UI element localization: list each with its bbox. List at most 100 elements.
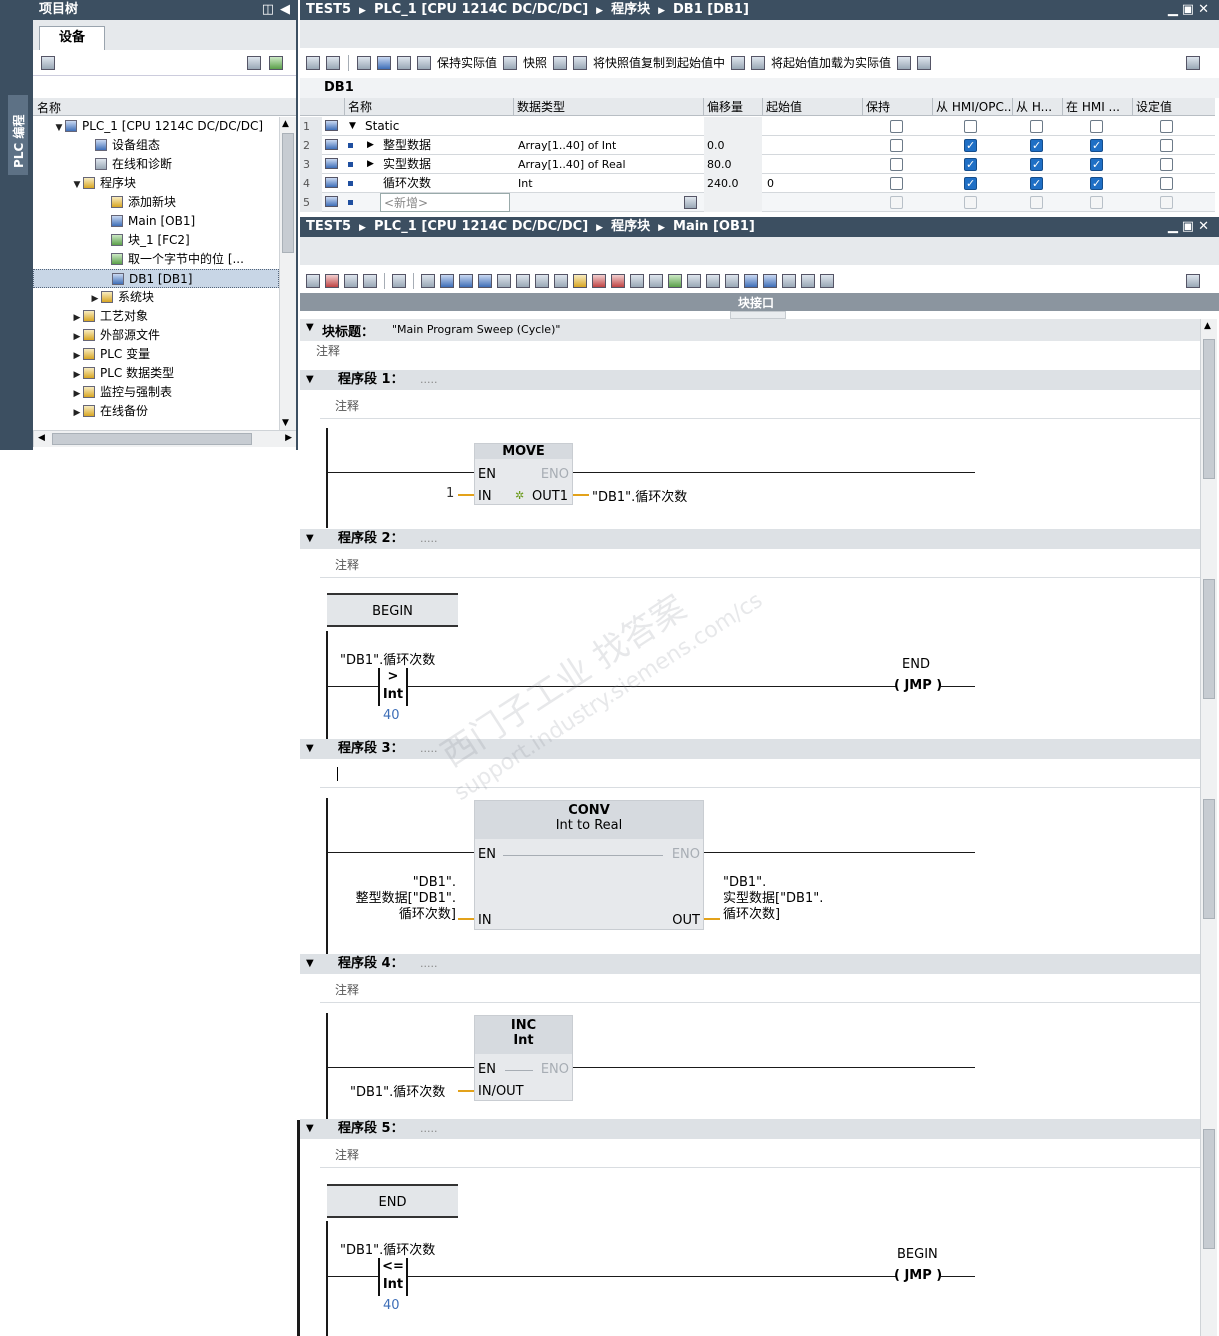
delete-icon[interactable] xyxy=(592,274,606,288)
db-var-start[interactable]: 0 xyxy=(764,174,774,193)
copy-snapshot-button[interactable]: 将快照值复制到起始值中 xyxy=(593,54,725,71)
tree-props-icon[interactable] xyxy=(41,56,55,70)
network-header[interactable]: ▼ 程序段 5：..... xyxy=(300,1119,1200,1139)
checkbox[interactable] xyxy=(890,177,903,190)
network-header[interactable]: ▼ 程序段 3：..... xyxy=(300,739,1200,759)
checkbox-checked[interactable] xyxy=(1030,158,1043,171)
db-row[interactable]: 4 循环次数 Int 240.0 0 xyxy=(300,174,1215,193)
add-row-icon[interactable] xyxy=(363,274,377,288)
breadcrumb-item[interactable]: Main [OB1] xyxy=(673,219,755,234)
expand-icon[interactable] xyxy=(392,274,406,288)
n5-compare-value[interactable]: 40 xyxy=(383,1298,400,1313)
load-start-button[interactable]: 将起始值加载为实际值 xyxy=(771,54,891,71)
n5-label-box[interactable]: END xyxy=(327,1184,458,1218)
network-toggle-icon[interactable]: ▼ xyxy=(306,739,314,759)
tree-hscroll[interactable]: ◀ ▶ xyxy=(33,430,296,447)
network-toggle-icon[interactable]: ▼ xyxy=(306,370,314,390)
db-var-name[interactable]: Static xyxy=(362,117,399,136)
main-vscroll-thumb-3[interactable] xyxy=(1203,799,1215,919)
checkbox-checked[interactable] xyxy=(1030,139,1043,152)
breadcrumb-item[interactable]: PLC_1 [CPU 1214C DC/DC/DC] xyxy=(374,2,588,17)
db-var-name[interactable]: 实型数据 xyxy=(380,155,431,174)
checkbox[interactable] xyxy=(890,196,903,209)
db-column-header[interactable]: 偏移量 xyxy=(703,98,743,116)
type-dropdown-icon[interactable] xyxy=(684,196,697,209)
insert-row-icon[interactable] xyxy=(344,274,358,288)
n3-out-operand[interactable]: "DB1". 实型数据["DB1". 循环次数] xyxy=(723,875,823,923)
db-layout-icon[interactable] xyxy=(1186,56,1200,70)
checkbox-checked[interactable] xyxy=(964,158,977,171)
n2-compare-value[interactable]: 40 xyxy=(383,708,400,723)
network-header[interactable]: ▼ 程序段 1：..... xyxy=(300,370,1200,390)
checkbox[interactable] xyxy=(964,120,977,133)
network-comment[interactable]: 注释 xyxy=(335,556,359,573)
db-column-header[interactable]: 在 HMI ... xyxy=(1062,98,1120,116)
db-var-start[interactable] xyxy=(764,117,767,136)
main-layout-icon[interactable] xyxy=(1186,274,1200,288)
db-column-header[interactable]: 名称 xyxy=(344,98,372,116)
tree-item[interactable]: Main [OB1] xyxy=(33,212,279,231)
network-title-field[interactable]: ..... xyxy=(420,739,437,759)
copy-icon[interactable] xyxy=(731,55,746,70)
network-header[interactable]: ▼ 程序段 2：..... xyxy=(300,529,1200,549)
checkbox[interactable] xyxy=(1030,196,1043,209)
network-title-field[interactable]: ..... xyxy=(420,529,437,549)
db-var-type[interactable] xyxy=(515,117,518,136)
checkbox-checked[interactable] xyxy=(1090,177,1103,190)
n5-compare-operand[interactable]: "DB1".循环次数 xyxy=(340,1239,435,1258)
insert-row-icon[interactable] xyxy=(306,55,320,70)
open-all-icon[interactable] xyxy=(440,274,454,288)
db-column-header[interactable]: 从 HMI/OPC.. xyxy=(932,98,1011,116)
collapsed-arrow-icon[interactable]: ▶ xyxy=(364,136,374,155)
db-var-type[interactable]: Array[1..40] of Int xyxy=(515,136,616,155)
n2-jump-target[interactable]: END xyxy=(902,657,930,672)
tree-item[interactable]: 设备组态 xyxy=(33,136,279,155)
expand-icon[interactable] xyxy=(357,55,371,70)
checkbox-checked[interactable] xyxy=(1090,158,1103,171)
db-column-header[interactable]: 起始值 xyxy=(762,98,802,116)
go-back-icon[interactable] xyxy=(649,274,663,288)
scroll-left-icon[interactable]: ◀ xyxy=(38,433,45,443)
n3-conv-box[interactable]: CONV Int to Real EN ENO IN OUT xyxy=(474,800,704,930)
checkbox[interactable] xyxy=(1160,196,1173,209)
n4-inout-operand[interactable]: "DB1".循环次数 xyxy=(350,1081,445,1100)
snapshot-icon[interactable] xyxy=(553,55,568,70)
insert-network-icon[interactable] xyxy=(306,274,320,288)
main-window-controls[interactable]: ▁▣✕ xyxy=(1168,217,1213,237)
collapsed-arrow-icon[interactable]: ▶ xyxy=(71,404,83,423)
tree-item[interactable]: ▼ PLC_1 [CPU 1214C DC/DC/DC] xyxy=(33,117,279,136)
checkbox-checked[interactable] xyxy=(964,139,977,152)
open-branch-icon[interactable] xyxy=(744,274,758,288)
interface-bar[interactable]: 块接口 xyxy=(300,293,1219,311)
checkbox[interactable] xyxy=(1030,120,1043,133)
db-var-name[interactable]: 整型数据 xyxy=(380,136,431,155)
splitter-handle[interactable] xyxy=(730,311,786,319)
db-var-type[interactable]: Int xyxy=(515,174,533,193)
tree-item[interactable]: DB1 [DB1] xyxy=(33,269,279,288)
n2-compare-contact[interactable]: > Int xyxy=(378,668,408,706)
db-var-name[interactable]: <新增> xyxy=(380,193,510,212)
breadcrumb-item[interactable]: PLC_1 [CPU 1214C DC/DC/DC] xyxy=(374,219,588,234)
list-icon[interactable] xyxy=(421,274,435,288)
favorites-icon[interactable] xyxy=(573,274,587,288)
db-var-type[interactable]: Array[1..40] of Real xyxy=(515,155,626,174)
block-comment[interactable]: 注释 xyxy=(316,342,340,359)
tree-refresh-icon[interactable] xyxy=(269,56,283,70)
block-title-value[interactable]: "Main Program Sweep (Cycle)" xyxy=(392,323,560,336)
snapshot-button[interactable]: 快照 xyxy=(523,54,547,71)
db-row[interactable]: 5 <新增> xyxy=(300,193,1215,212)
keep-icon[interactable] xyxy=(820,274,834,288)
n1-move-box[interactable]: MOVE EN ENO IN ✲ OUT1 xyxy=(474,443,573,505)
tree-item[interactable]: 添加新块 xyxy=(33,193,279,212)
network-toggle-icon[interactable]: ▼ xyxy=(306,1119,314,1139)
checkbox[interactable] xyxy=(890,139,903,152)
db-var-start[interactable] xyxy=(764,155,767,174)
scroll-up-icon[interactable]: ▲ xyxy=(282,119,289,129)
tree-item[interactable]: 取一个字节中的位 [... xyxy=(33,250,279,269)
checkbox[interactable] xyxy=(1160,139,1173,152)
glasses-icon[interactable] xyxy=(801,274,815,288)
collapse-left-icon[interactable]: ◀ xyxy=(280,0,290,20)
n5-jmp-coil[interactable]: ( JMP ) xyxy=(894,1268,942,1283)
main-vscroll-thumb-2[interactable] xyxy=(1203,579,1215,699)
checkbox[interactable] xyxy=(1160,158,1173,171)
